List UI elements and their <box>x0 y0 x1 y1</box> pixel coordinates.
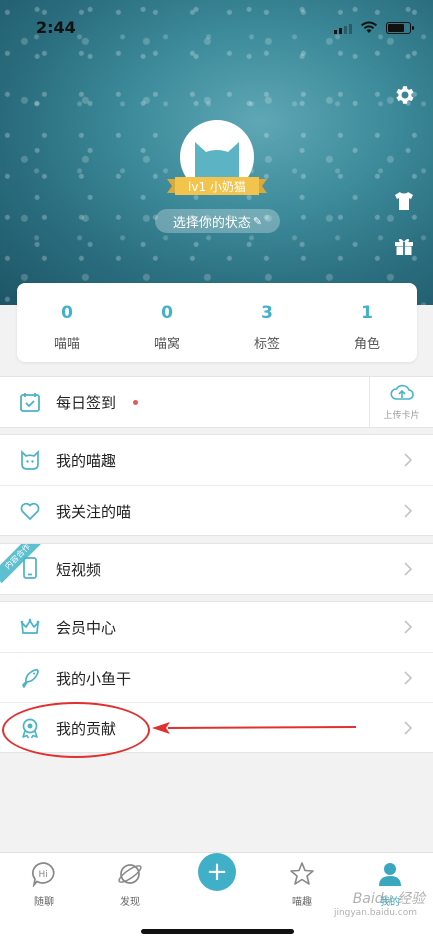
chat-hi-icon: Hi <box>32 862 55 888</box>
status-bar: 2:44 <box>0 0 433 56</box>
list-item-dried-fish[interactable]: 我的小鱼干 <box>0 652 433 702</box>
list-item-label: 我的喵趣 <box>56 452 117 470</box>
wifi-icon <box>361 21 377 33</box>
chevron-right-icon <box>404 504 413 518</box>
status-time: 2:44 <box>36 18 76 37</box>
daily-checkin-label: 每日签到 <box>56 394 117 412</box>
plus-icon: + <box>206 857 228 887</box>
tab-label: 随聊 <box>34 897 54 908</box>
list-item-label: 我关注的喵 <box>56 503 132 521</box>
stat-meow[interactable]: 0 喵喵 <box>17 283 117 362</box>
planet-icon <box>118 864 142 884</box>
settings-gear-icon[interactable] <box>391 82 417 108</box>
chevron-right-icon <box>404 620 413 634</box>
video-group: 内容合作 短视频 <box>0 543 433 595</box>
chevron-right-icon <box>404 562 413 576</box>
tab-label: 喵趣 <box>292 897 312 908</box>
svg-text:Hi: Hi <box>39 870 48 880</box>
tab-chat[interactable]: Hi 随聊 <box>14 861 74 908</box>
list-item-my-interests[interactable]: 我的喵趣 <box>0 435 433 485</box>
stats-card: 0 喵喵 0 喵窝 3 标签 1 角色 <box>17 283 417 362</box>
annotation-arrow-icon <box>152 722 356 734</box>
upload-card-button[interactable]: 上传卡片 <box>369 377 433 427</box>
crown-icon <box>20 618 40 634</box>
cloud-upload-icon <box>389 384 414 400</box>
list-item-label: 会员中心 <box>56 619 117 637</box>
level-badge: lv1 小奶猫 <box>167 175 267 197</box>
list-item-short-video[interactable]: 内容合作 短视频 <box>0 544 433 594</box>
watermark: Baidu 经验 <box>352 891 425 907</box>
stat-label: 喵喵 <box>53 337 80 352</box>
tab-meow-interest[interactable]: 喵趣 <box>272 861 332 908</box>
heart-icon <box>20 502 40 521</box>
tab-discover[interactable]: 发现 <box>100 861 160 908</box>
stat-label: 角色 <box>353 337 380 352</box>
stat-value: 0 <box>61 303 73 323</box>
list-item-label: 我的小鱼干 <box>56 670 132 688</box>
daily-checkin-row[interactable]: 每日签到 上传卡片 <box>0 377 433 427</box>
list-item-membership-center[interactable]: 会员中心 <box>0 602 433 652</box>
stat-value: 3 <box>261 303 273 323</box>
gift-icon[interactable] <box>391 233 417 259</box>
home-indicator <box>141 929 294 934</box>
interest-group: 我的喵趣 我关注的喵 <box>0 434 433 536</box>
checkin-group: 每日签到 上传卡片 <box>0 376 433 428</box>
stat-value: 0 <box>161 303 173 323</box>
chevron-right-icon <box>404 721 413 735</box>
battery-icon <box>386 22 414 34</box>
choose-status-button[interactable]: 选择你的状态 ✎ <box>155 209 280 233</box>
chevron-right-icon <box>404 671 413 685</box>
tab-label: 发现 <box>120 897 140 908</box>
stat-label: 喵窝 <box>153 337 180 352</box>
stat-roles[interactable]: 1 角色 <box>317 283 417 362</box>
cat-face-icon <box>21 449 39 470</box>
calendar-check-icon <box>20 393 40 412</box>
edit-pencil-icon: ✎ <box>252 214 263 228</box>
phone-icon <box>23 557 37 579</box>
chevron-right-icon <box>404 453 413 467</box>
stat-label: 标签 <box>253 337 280 352</box>
create-post-button[interactable]: + <box>198 853 236 891</box>
upload-card-label: 上传卡片 <box>383 411 420 421</box>
stat-value: 1 <box>361 303 373 323</box>
star-icon <box>290 862 314 885</box>
level-badge-text: lv1 小奶猫 <box>188 180 246 194</box>
notification-dot <box>133 400 138 405</box>
person-icon <box>379 863 401 886</box>
choose-status-label: 选择你的状态 <box>172 215 251 231</box>
stat-nest[interactable]: 0 喵窝 <box>117 283 217 362</box>
list-item-followed-cats[interactable]: 我关注的喵 <box>0 485 433 535</box>
list-item-label: 短视频 <box>56 561 102 579</box>
cellular-signal-icon <box>334 24 352 34</box>
watermark-url: jingyan.baidu.com <box>333 908 417 918</box>
stat-tags[interactable]: 3 标签 <box>217 283 317 362</box>
status-icons <box>334 21 414 34</box>
fish-icon <box>22 668 39 688</box>
annotation-circle <box>2 702 150 758</box>
shirt-icon[interactable] <box>391 188 417 214</box>
